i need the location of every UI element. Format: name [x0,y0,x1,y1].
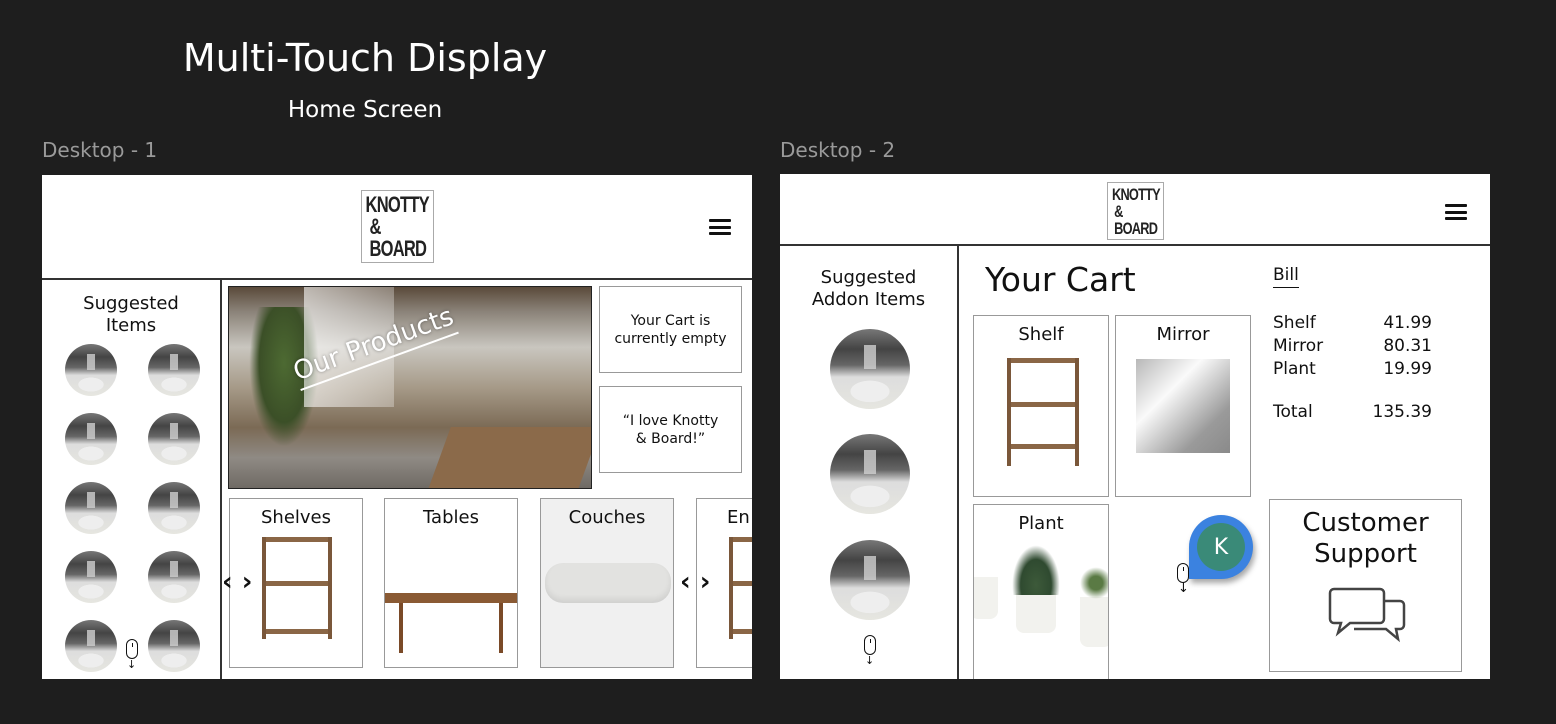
bill-item-price: 19.99 [1383,359,1432,379]
customer-support-button[interactable]: Customer Support [1269,499,1462,672]
suggested-item-thumbnail[interactable] [148,482,200,534]
shelf-image [1007,358,1079,466]
cart-item-mirror[interactable]: Mirror [1115,315,1251,497]
scroll-mouse-icon [126,639,138,659]
bill-total-value: 135.39 [1372,402,1432,422]
plant-pot [1016,593,1056,633]
avatar-initial: K [1197,523,1245,571]
hamburger-menu-icon[interactable] [709,219,731,235]
sidebar-title: Suggested Addon Items [780,267,957,311]
chat-bubbles-icon [1328,587,1406,643]
canvas-title: Multi-Touch Display [182,36,548,80]
plant-image [1080,567,1108,599]
sidebar-title-line: Suggested [83,293,179,314]
category-card-couches[interactable]: Couches [540,498,674,668]
canvas-subtitle: Home Screen [287,97,443,123]
scroll-mouse-icon [1177,563,1189,583]
suggested-item-thumbnail[interactable] [830,540,910,620]
sidebar-divider [957,245,959,679]
support-label-line: Support [1314,539,1417,569]
sidebar-title-line: Suggested [820,267,917,288]
frame-label-desktop-2[interactable]: Desktop - 2 [780,138,895,162]
hero-table-decoration [427,427,591,488]
suggested-item-thumbnail[interactable] [65,344,117,396]
suggested-item-thumbnail[interactable] [148,344,200,396]
chevron-left-icon[interactable]: ‹ [680,567,691,597]
chevron-right-icon[interactable]: › [242,567,253,597]
bill-item-price: 41.99 [1383,313,1432,333]
frame-label-desktop-1[interactable]: Desktop - 1 [42,138,157,162]
carousel-arrows-right[interactable]: ‹ › [680,569,711,595]
mirror-image [1136,359,1230,453]
scroll-mouse-icon [864,635,876,655]
suggested-item-thumbnail[interactable] [65,482,117,534]
plant-image [1012,545,1060,595]
suggested-item-thumbnail[interactable] [148,620,200,672]
logo-line-2: & BOARD [369,213,427,261]
shelf-image [262,537,332,639]
sidebar-title-line: Addon Items [811,289,926,310]
chevron-left-icon[interactable]: ‹ [222,567,233,597]
sidebar-divider [220,279,222,679]
suggested-item-thumbnail[interactable] [65,620,117,672]
suggested-item-thumbnail[interactable] [830,329,910,409]
header-divider [42,278,752,280]
cart-item-label: Shelf [1018,324,1064,345]
table-leg [399,603,403,653]
logo-line-1: KNOTTY [365,191,430,217]
collaborator-avatar[interactable]: K [1189,515,1253,579]
cart-status-card[interactable]: Your Cart is currently empty [599,286,742,373]
support-label-line: Customer [1302,508,1429,538]
plant-pot [1080,597,1108,647]
bill-item-name: Shelf [1273,313,1316,333]
category-card-tables[interactable]: Tables [384,498,518,668]
sidebar-title-line: Items [105,315,157,336]
bill-title: Bill [1273,265,1299,288]
category-label: Tables [423,507,479,528]
carousel-arrows-left[interactable]: ‹ › [222,569,253,595]
testimonial-card: “I love Knotty & Board!” [599,386,742,473]
hamburger-menu-icon[interactable] [1445,204,1467,220]
cart-item-plant[interactable]: Plant [973,504,1109,679]
cart-item-shelf[interactable]: Shelf [973,315,1109,497]
category-label: Couches [568,507,646,528]
table-leg [499,603,503,653]
brand-logo[interactable]: KNOTTY & BOARD [1107,182,1164,240]
scroll-down-arrow-icon: ↓ [1178,581,1189,596]
cart-title: Your Cart [985,260,1136,299]
chevron-right-icon[interactable]: › [700,567,711,597]
scroll-down-arrow-icon: ↓ [865,654,875,667]
couch-image [545,563,671,603]
suggested-item-thumbnail[interactable] [65,413,117,465]
cart-item-label: Plant [1018,513,1064,534]
table-image [385,593,517,603]
bill-item-price: 80.31 [1383,336,1432,356]
category-label: En [727,507,750,528]
hero-products-banner[interactable]: Our Products [228,286,592,489]
bill-total-label: Total [1273,402,1313,422]
bill-item-name: Plant [1273,359,1316,379]
logo-line-2: & BOARD [1113,201,1158,238]
suggested-item-thumbnail[interactable] [65,551,117,603]
shelf-image [729,537,752,639]
support-label: Customer Support [1270,508,1461,570]
category-label: Shelves [260,507,331,528]
home-screen-frame: KNOTTY & BOARD Suggested Items ↓ Our Pro… [42,175,752,679]
suggested-item-thumbnail[interactable] [148,551,200,603]
bill-item-name: Mirror [1273,336,1324,356]
sidebar-title: Suggested Items [42,293,220,337]
header-divider [780,244,1490,246]
logo-line-1: KNOTTY [1111,184,1161,204]
scroll-down-arrow-icon: ↓ [127,658,137,671]
suggested-item-thumbnail[interactable] [830,434,910,514]
plant-pot [974,577,998,619]
suggested-item-thumbnail[interactable] [148,413,200,465]
cart-screen-frame: KNOTTY & BOARD Suggested Addon Items ↓ Y… [780,174,1490,679]
brand-logo[interactable]: KNOTTY & BOARD [361,190,434,263]
cart-item-label: Mirror [1156,324,1210,345]
